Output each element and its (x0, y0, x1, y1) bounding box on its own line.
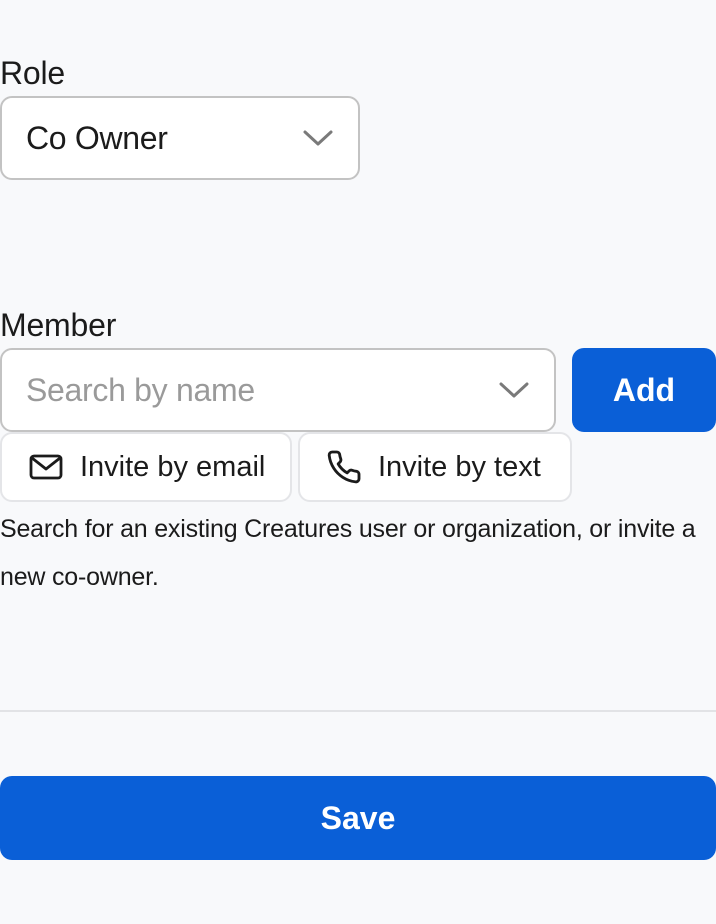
invite-by-email-button[interactable]: Invite by email (0, 432, 292, 502)
divider (0, 710, 716, 712)
member-label: Member (0, 307, 117, 343)
mail-icon (28, 449, 64, 485)
add-member-button[interactable]: Add (572, 348, 716, 432)
save-button[interactable]: Save (0, 776, 716, 860)
chevron-down-icon (499, 382, 529, 398)
role-label: Role (0, 55, 66, 91)
role-select-value: Co Owner (26, 119, 168, 156)
member-help-text: Search for an existing Creatures user or… (0, 515, 696, 591)
member-search-input[interactable]: Search by name (0, 348, 556, 432)
chevron-down-icon (303, 130, 333, 146)
phone-icon (326, 449, 362, 485)
member-search-placeholder: Search by name (26, 371, 255, 408)
invite-by-text-button[interactable]: Invite by text (298, 432, 572, 502)
role-select[interactable]: Co Owner (0, 96, 360, 180)
invite-by-email-label: Invite by email (80, 450, 266, 483)
invite-by-text-label: Invite by text (378, 450, 541, 483)
